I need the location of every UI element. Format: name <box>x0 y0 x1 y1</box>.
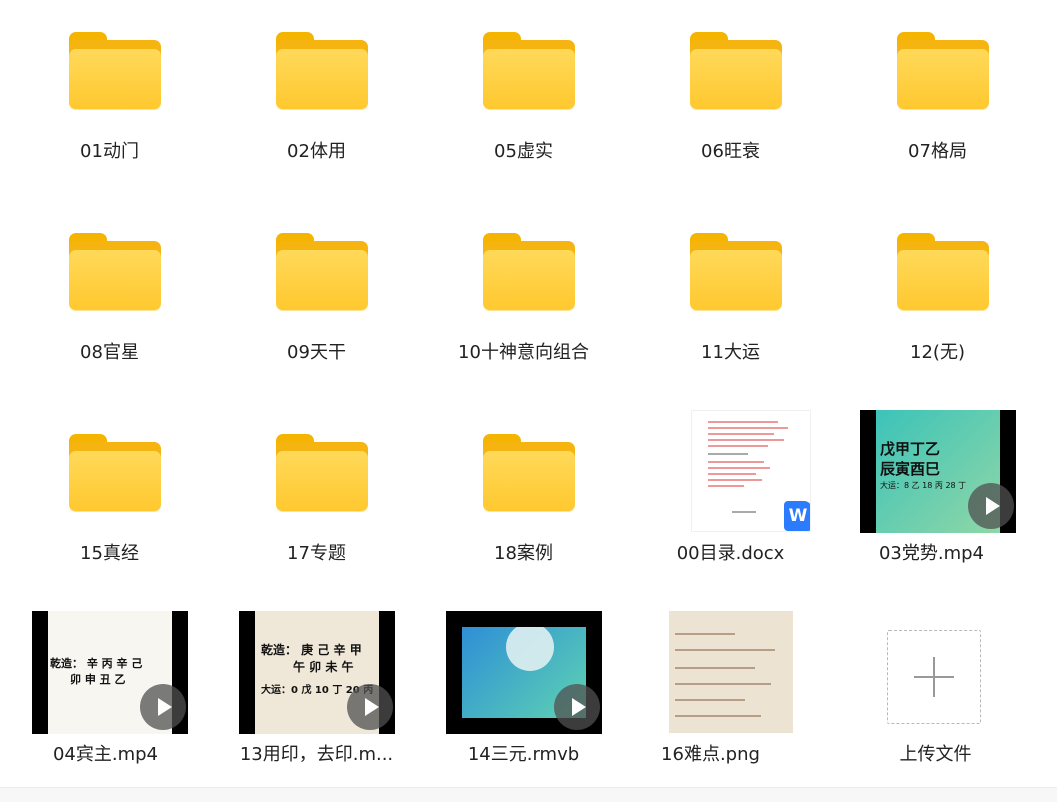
folder-icon <box>690 30 782 110</box>
item-label: 08官星 <box>80 342 139 363</box>
item-label: 15真经 <box>80 543 139 564</box>
image-thumbnail <box>669 611 793 733</box>
item-label: 09天干 <box>287 342 346 363</box>
folder-icon <box>483 30 575 110</box>
item-label: 13用印，去印.m... <box>239 744 394 765</box>
upload-label: 上传文件 <box>899 744 972 765</box>
upload-button[interactable]: 上传文件 <box>832 603 1039 803</box>
folder-item[interactable]: 12(无) <box>834 201 1041 401</box>
item-label: 18案例 <box>494 543 553 564</box>
folder-item[interactable]: 08官星 <box>6 201 213 401</box>
folder-item[interactable]: 10十神意向组合 <box>420 201 627 401</box>
scroll-track[interactable] <box>0 787 1057 802</box>
file-item-image[interactable]: 16难点.png <box>607 603 814 803</box>
file-item-video[interactable]: 14三元.rmvb <box>420 603 627 803</box>
video-thumbnail: 戊甲丁乙 辰寅酉巳 大运：8 乙 18 丙 28 丁 <box>860 410 1016 533</box>
item-label: 11大运 <box>701 342 760 363</box>
folder-icon <box>483 432 575 512</box>
item-label: 12(无) <box>910 342 965 363</box>
folder-icon <box>276 432 368 512</box>
folder-item[interactable]: 11大运 <box>627 201 834 401</box>
file-item-docx[interactable]: W 00目录.docx <box>627 402 834 602</box>
folder-icon <box>897 30 989 110</box>
folder-icon <box>69 432 161 512</box>
folder-item[interactable]: 15真经 <box>6 402 213 602</box>
item-label: 05虚实 <box>494 141 553 162</box>
folder-item[interactable]: 01动门 <box>6 0 213 200</box>
plus-icon <box>887 630 981 724</box>
video-thumbnail: 乾造： 庚 己 辛 甲 午 卯 未 午 大运：0 戊 10 丁 20 丙 <box>239 611 395 734</box>
folder-item[interactable]: 06旺衰 <box>627 0 834 200</box>
item-label: 16难点.png <box>661 744 760 765</box>
file-grid: 01动门 02体用 05虚实 06旺衰 07格局 08官星 09天干 10十神意… <box>0 0 1057 802</box>
item-label: 02体用 <box>287 141 346 162</box>
item-label: 00目录.docx <box>676 543 785 564</box>
item-label: 17专题 <box>287 543 346 564</box>
folder-icon <box>483 231 575 311</box>
play-icon <box>968 483 1014 529</box>
folder-item[interactable]: 02体用 <box>213 0 420 200</box>
file-item-video[interactable]: 乾造： 辛 丙 辛 己 卯 申 丑 乙 04宾主.mp4 <box>2 603 209 803</box>
play-icon <box>347 684 393 730</box>
folder-item[interactable]: 17专题 <box>213 402 420 602</box>
item-label: 07格局 <box>908 141 967 162</box>
folder-icon <box>69 30 161 110</box>
word-doc-icon: W <box>784 501 810 531</box>
play-icon <box>140 684 186 730</box>
file-item-video[interactable]: 戊甲丁乙 辰寅酉巳 大运：8 乙 18 丙 28 丁 03党势.mp4 <box>828 402 1035 602</box>
item-label: 03党势.mp4 <box>878 543 985 564</box>
item-label: 04宾主.mp4 <box>52 744 159 765</box>
item-label: 14三元.rmvb <box>467 744 580 765</box>
folder-icon <box>690 231 782 311</box>
folder-icon <box>276 231 368 311</box>
folder-icon <box>69 231 161 311</box>
item-label: 01动门 <box>80 141 139 162</box>
play-icon <box>554 684 600 730</box>
folder-item[interactable]: 05虚实 <box>420 0 627 200</box>
video-thumbnail: 乾造： 辛 丙 辛 己 卯 申 丑 乙 <box>32 611 188 734</box>
file-item-video[interactable]: 乾造： 庚 己 辛 甲 午 卯 未 午 大运：0 戊 10 丁 20 丙 13用… <box>213 603 420 803</box>
folder-item[interactable]: 18案例 <box>420 402 627 602</box>
folder-item[interactable]: 09天干 <box>213 201 420 401</box>
item-label: 10十神意向组合 <box>458 342 589 363</box>
folder-icon <box>276 30 368 110</box>
document-thumbnail: W <box>691 410 811 532</box>
folder-icon <box>897 231 989 311</box>
item-label: 06旺衰 <box>701 141 760 162</box>
video-thumbnail <box>446 611 602 734</box>
folder-item[interactable]: 07格局 <box>834 0 1041 200</box>
